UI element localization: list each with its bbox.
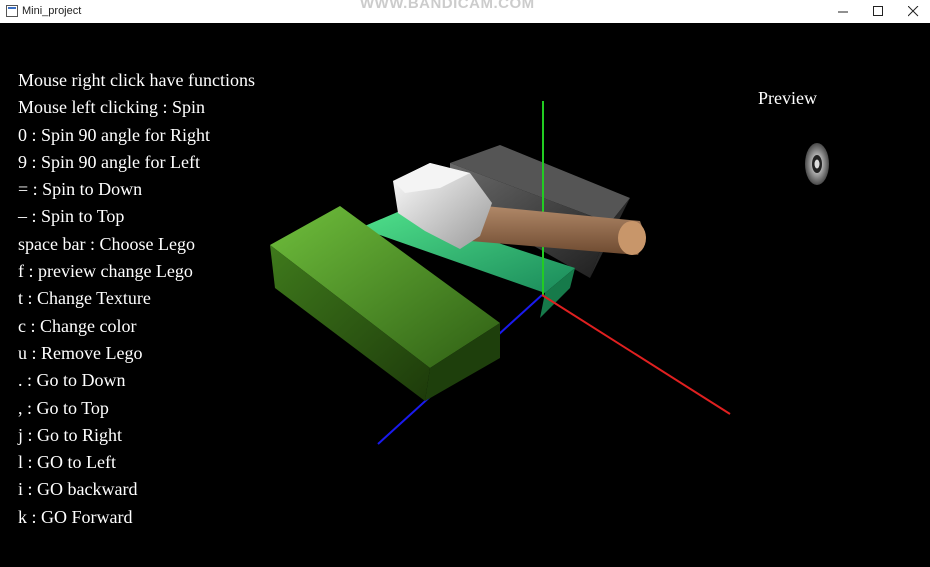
help-line: c : Change color <box>18 315 137 336</box>
minimize-icon <box>838 11 848 13</box>
help-line: 0 : Spin 90 angle for Right <box>18 124 210 145</box>
window-titlebar: Mini_project WWW.BANDICAM.COM <box>0 0 930 24</box>
help-line: – : Spin to Top <box>18 206 125 227</box>
preview-label: Preview <box>758 88 817 108</box>
help-line: = : Spin to Down <box>18 179 143 200</box>
close-icon <box>908 6 919 17</box>
preview-lego-object <box>805 143 829 185</box>
recorder-watermark: WWW.BANDICAM.COM <box>360 0 535 12</box>
close-button[interactable] <box>895 0 930 23</box>
maximize-icon <box>873 6 883 16</box>
help-line: 9 : Spin 90 angle for Left <box>18 151 200 172</box>
help-line: l : GO to Left <box>18 452 116 473</box>
help-line: i : GO backward <box>18 479 138 500</box>
help-line: u : Remove Lego <box>18 342 143 363</box>
help-line: k : GO Forward <box>18 506 133 527</box>
minimize-button[interactable] <box>825 0 861 23</box>
help-line: space bar : Choose Lego <box>18 233 195 254</box>
maximize-button[interactable] <box>860 0 896 23</box>
app-icon <box>6 5 18 17</box>
x-axis <box>541 294 731 415</box>
opengl-viewport[interactable]: Mouse right click have functions Mouse l… <box>0 23 930 567</box>
window-title: Mini_project <box>22 5 82 17</box>
key-help-list: Mouse right click have functions Mouse l… <box>18 67 255 531</box>
help-line: . : Go to Down <box>18 370 126 391</box>
help-line: f : preview change Lego <box>18 261 193 282</box>
help-line: j : Go to Right <box>18 424 123 445</box>
help-line: , : Go to Top <box>18 397 109 418</box>
help-line: Mouse left clicking : Spin <box>18 97 205 118</box>
help-line: Mouse right click have functions <box>18 70 255 90</box>
help-line: t : Change Texture <box>18 288 151 309</box>
